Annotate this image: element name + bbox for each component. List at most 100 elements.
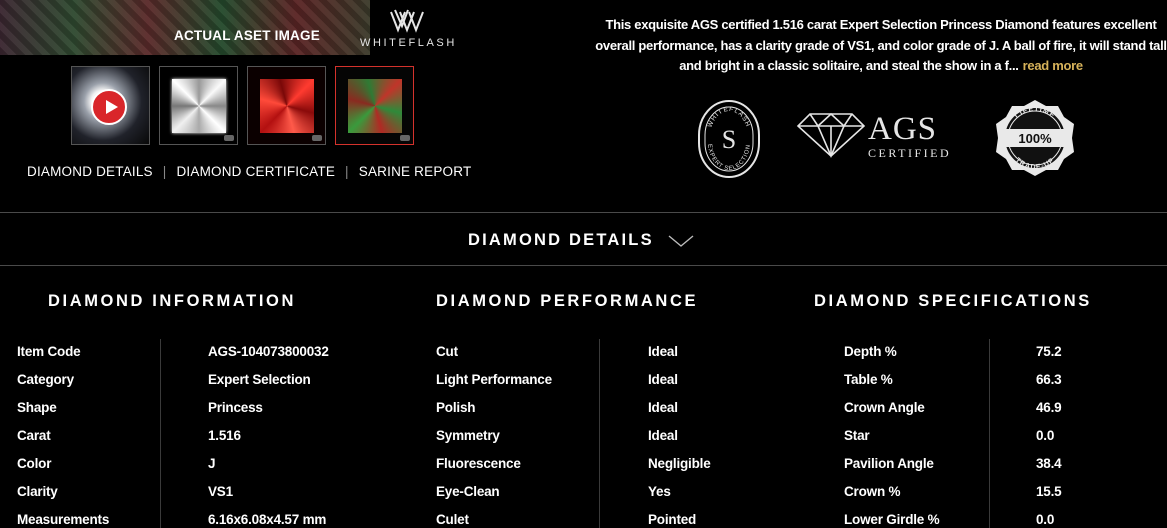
row-value: 38.4: [1036, 455, 1062, 471]
section-divider-top: [0, 212, 1167, 213]
idealscope-image: [260, 79, 314, 133]
diamond-specifications-heading: DIAMOND SPECIFICATIONS: [814, 292, 1092, 310]
thumbnail-idealscope[interactable]: [247, 66, 326, 145]
row-label: Category: [17, 371, 74, 387]
table-row: Category Expert Selection: [17, 365, 329, 393]
row-label: Cut: [436, 343, 458, 359]
row-label: Eye-Clean: [436, 483, 500, 499]
table-row: Color J: [17, 449, 329, 477]
row-label: Measurements: [17, 511, 110, 527]
diamond-performance-table: Cut Ideal Light Performance Ideal Polish Id…: [436, 337, 711, 528]
row-value: AGS-104073800032: [208, 343, 329, 359]
row-value: Pointed: [648, 511, 697, 527]
ags-certified-text: CERTIFIED: [868, 146, 952, 160]
expert-selection-badge: WHITEFLASH EXPERT SELECTION S: [698, 100, 760, 178]
diamond-information-table: Item Code AGS-104073800032 Category Expert…: [17, 337, 329, 528]
row-value: 66.3: [1036, 371, 1062, 387]
diamond-specifications-table: Depth % 75.2 Table % 66.3 Crown Angle 46.9 …: [844, 337, 1062, 528]
row-label: Culet: [436, 511, 469, 527]
table-row: Clarity VS1: [17, 477, 329, 505]
row-label: Lower Girdle %: [844, 511, 940, 527]
brand-name: WHITEFLASH: [360, 37, 457, 49]
thumbnail-diamond-photo[interactable]: [159, 66, 238, 145]
media-thumbnails: [71, 66, 414, 145]
whiteflash-logo[interactable]: WHITEFLASH: [360, 8, 455, 49]
tab-sarine-report[interactable]: SARINE REPORT: [359, 164, 472, 179]
section-divider-bottom: [0, 265, 1167, 266]
row-value: VS1: [208, 483, 233, 499]
row-label: Crown Angle: [844, 399, 925, 415]
aset-image: [348, 79, 402, 133]
row-label: Symmetry: [436, 427, 500, 443]
row-value: Expert Selection: [208, 371, 311, 387]
ags-logo-text: AGS: [868, 111, 938, 147]
row-value: 0.0: [1036, 427, 1055, 443]
row-value: 0.0: [1036, 511, 1055, 527]
badge-letter: S: [722, 125, 736, 154]
row-value: Ideal: [648, 343, 678, 359]
table-row: Shape Princess: [17, 393, 329, 421]
row-label: Light Performance: [436, 371, 552, 387]
ags-diamond-icon: [796, 112, 866, 159]
table-row: Symmetry Ideal: [436, 421, 711, 449]
table-row: Fluorescence Negligible: [436, 449, 711, 477]
watermark-icon: [224, 135, 234, 141]
row-label: Table %: [844, 371, 893, 387]
row-value: 46.9: [1036, 399, 1062, 415]
row-value: Yes: [648, 483, 671, 499]
row-label: Depth %: [844, 343, 897, 359]
chevron-down-icon: [668, 234, 694, 247]
row-label: Clarity: [17, 483, 58, 499]
thumbnail-aset[interactable]: [335, 66, 414, 145]
row-label: Polish: [436, 399, 476, 415]
lifetime-trade-up-badge: LIFETIME TRADE-UP 100%: [996, 100, 1074, 176]
table-row: Carat 1.516: [17, 421, 329, 449]
row-value: Ideal: [648, 399, 678, 415]
diamond-details-toggle[interactable]: DIAMOND DETAILS: [468, 231, 694, 250]
table-row: Star 0.0: [844, 421, 1061, 449]
tab-separator: |: [345, 164, 349, 179]
row-label: Shape: [17, 399, 57, 415]
row-value: Princess: [208, 399, 263, 415]
section-title: DIAMOND DETAILS: [468, 231, 654, 249]
detail-tabs: DIAMOND DETAILS | DIAMOND CERTIFICATE | …: [27, 164, 471, 179]
tab-diamond-details[interactable]: DIAMOND DETAILS: [27, 164, 153, 179]
table-row: Light Performance Ideal: [436, 365, 711, 393]
tab-separator: |: [162, 164, 167, 179]
play-icon: [91, 89, 127, 125]
actual-aset-image-label: ACTUAL ASET IMAGE: [174, 28, 320, 43]
row-value: Negligible: [648, 455, 711, 471]
table-row: Measurements 6.16x6.08x4.57 mm: [17, 505, 329, 528]
row-value: Ideal: [648, 427, 678, 443]
row-value: 1.516: [208, 427, 241, 443]
read-more-link[interactable]: read more: [1023, 58, 1083, 73]
table-row: Depth % 75.2: [844, 337, 1062, 365]
watermark-icon: [312, 135, 322, 141]
row-label: Crown %: [844, 483, 901, 499]
table-row: Eye-Clean Yes: [436, 477, 711, 505]
row-label: Item Code: [17, 343, 81, 359]
product-description: This exquisite AGS certified 1.516 carat…: [595, 15, 1167, 77]
diamond-performance-heading: DIAMOND PERFORMANCE: [436, 292, 699, 310]
row-label: Pavilion Angle: [844, 455, 934, 471]
row-label: Star: [844, 427, 870, 443]
thumbnail-video[interactable]: [71, 66, 150, 145]
watermark-icon: [400, 135, 410, 141]
row-value: J: [208, 455, 216, 471]
table-row: Table % 66.3: [844, 365, 1062, 393]
badge-percent-text: 100%: [1018, 131, 1052, 146]
table-row: Pavilion Angle 38.4: [844, 449, 1062, 477]
table-row: Crown Angle 46.9: [844, 393, 1062, 421]
row-value: Ideal: [648, 371, 678, 387]
table-row: Polish Ideal: [436, 393, 711, 421]
row-value: 75.2: [1036, 343, 1062, 359]
table-row: Cut Ideal: [436, 337, 711, 365]
diamond-information-heading: DIAMOND INFORMATION: [48, 292, 296, 310]
tab-diamond-certificate[interactable]: DIAMOND CERTIFICATE: [176, 164, 335, 179]
table-row: Crown % 15.5: [844, 477, 1062, 505]
table-row: Item Code AGS-104073800032: [17, 337, 329, 365]
whiteflash-w-icon: [389, 9, 424, 33]
table-row: Lower Girdle % 0.0: [844, 505, 1061, 528]
table-row: Culet Pointed: [436, 505, 711, 528]
row-label: Fluorescence: [436, 455, 521, 471]
